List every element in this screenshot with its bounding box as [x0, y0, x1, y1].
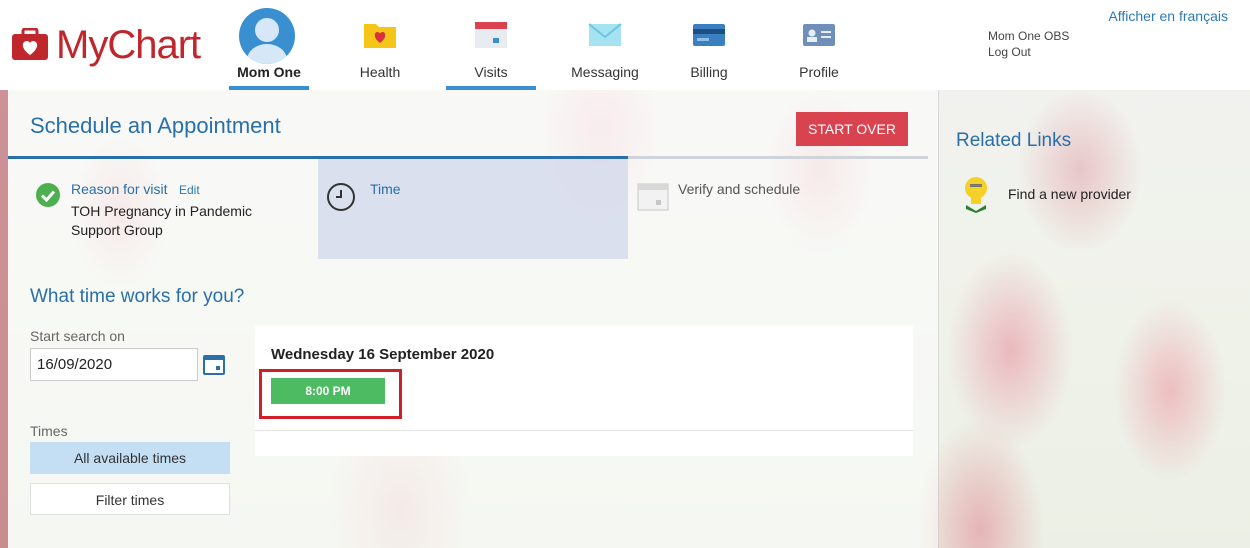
top-header: MyChart Mom One Health Visits Messaging … [0, 0, 1250, 90]
step-verify-title: Verify and schedule [678, 181, 801, 197]
tab-label: Mom One [237, 64, 301, 80]
date-picker-icon[interactable] [202, 352, 226, 376]
active-step-highlight [318, 159, 628, 259]
step-reason-title: Reason for visit [71, 181, 168, 197]
folder-heart-icon [362, 18, 398, 50]
related-links-title: Related Links [956, 130, 1072, 151]
tab-label: Messaging [571, 64, 639, 80]
tab-messaging[interactable]: Messaging [560, 14, 650, 90]
checkmark-icon [36, 183, 60, 207]
credit-card-icon [691, 18, 727, 50]
start-over-button[interactable]: START OVER [796, 112, 908, 146]
tab-billing[interactable]: Billing [664, 14, 754, 90]
lightbulb-icon [962, 175, 990, 213]
tab-label: Health [359, 64, 401, 80]
find-provider-link[interactable]: Find a new provider [1008, 186, 1131, 202]
logout-link[interactable]: Log Out [988, 44, 1069, 60]
user-info: Mom One OBS Log Out [988, 28, 1069, 60]
slot-date: Wednesday 16 September 2020 [271, 346, 495, 363]
sidebar-panel [938, 90, 1250, 548]
filter-times-button[interactable]: Filter times [30, 483, 230, 515]
step-reason-description: TOH Pregnancy in Pandemic Support Group [71, 203, 253, 238]
id-card-icon [801, 18, 837, 50]
language-link[interactable]: Afficher en français [1108, 8, 1228, 24]
logo-text: MyChart [56, 22, 201, 67]
envelope-icon [587, 18, 623, 50]
all-times-button[interactable]: All available times [30, 442, 230, 474]
highlight-annotation-box [259, 369, 402, 419]
left-edge-decoration [0, 90, 8, 548]
step-time-title: Time [370, 181, 401, 197]
mychart-logo[interactable]: MyChart [10, 20, 201, 70]
tab-visits[interactable]: Visits [446, 14, 536, 90]
mychart-logo-icon [10, 27, 50, 62]
tab-label: Profile [799, 64, 839, 80]
start-search-label: Start search on [30, 328, 125, 344]
times-label: Times [30, 423, 68, 439]
calendar-icon [473, 18, 509, 50]
time-section-heading: What time works for you? [30, 286, 245, 307]
tab-profile[interactable]: Profile [774, 14, 864, 90]
edit-reason-link[interactable]: Edit [179, 183, 200, 197]
divider [255, 430, 913, 431]
avatar[interactable] [239, 8, 295, 64]
tab-health[interactable]: Health [335, 14, 425, 90]
clock-icon [327, 183, 355, 211]
tab-label: Billing [690, 64, 728, 80]
calendar-outline-icon [637, 181, 669, 211]
page-title: Schedule an Appointment [30, 113, 281, 138]
user-name: Mom One OBS [988, 29, 1070, 43]
start-date-input[interactable]: 16/09/2020 [30, 348, 198, 381]
tab-label: Visits [474, 64, 508, 80]
